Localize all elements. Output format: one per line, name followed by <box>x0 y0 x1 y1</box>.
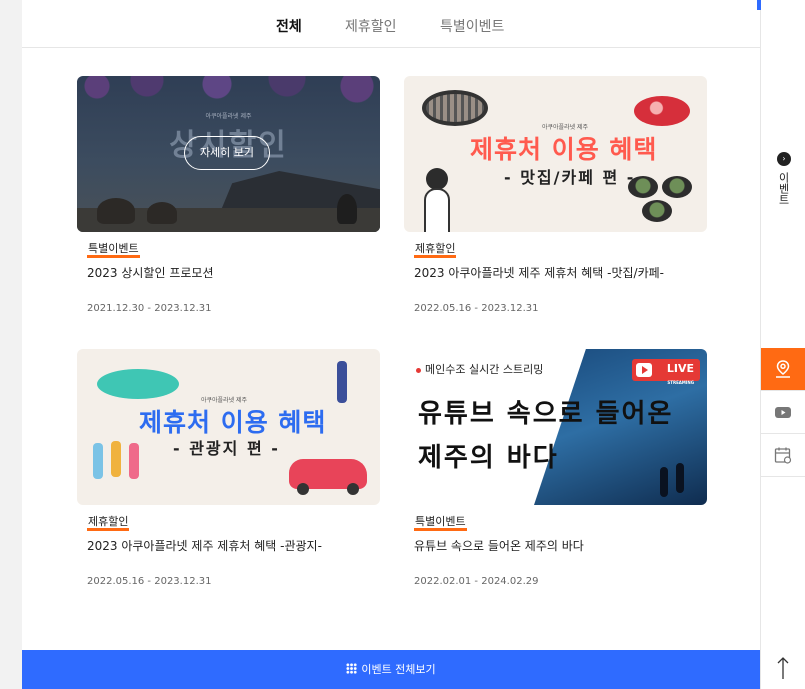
category-label: 제휴할인 <box>87 515 130 531</box>
event-title[interactable]: 2023 아쿠아플라넷 제주 제휴처 혜택 -관광지- <box>87 537 322 554</box>
car-wheel <box>347 483 359 495</box>
youtube-play-icon <box>636 363 652 377</box>
thumbnail-subheading: - 관광지 편 - <box>173 439 280 458</box>
event-card[interactable]: 아쿠아플라넷 제주 제휴처 이용 혜택 - 맛집/카페 편 - 제휴할인 202… <box>404 76 707 314</box>
person-illustration <box>129 443 139 479</box>
calendar-button[interactable] <box>761 434 805 477</box>
youtube-button[interactable] <box>761 391 805 434</box>
pool-illustration <box>97 369 179 399</box>
tab-partner-discount[interactable]: 제휴할인 <box>345 16 397 36</box>
event-card[interactable]: 아쿠아플라넷 제주 상시할인 자세히 보기 특별이벤트 2023 상시할인 프로… <box>77 76 380 314</box>
event-title[interactable]: 유튜브 속으로 들어온 제주의 바다 <box>414 537 584 554</box>
food-bowl-illustration <box>628 176 658 198</box>
view-all-events-label: 이벤트 전체보기 <box>361 663 436 676</box>
scroll-indicator <box>757 0 761 10</box>
stream-badge-label: 메인수조 실시간 스트리밍 <box>425 363 544 376</box>
thumbnail-subheading: 제주의 바다 <box>418 443 559 473</box>
person-illustration <box>426 168 448 190</box>
event-dates: 2021.12.30 - 2023.12.31 <box>87 303 212 314</box>
grid-icon <box>346 663 358 674</box>
youtube-icon <box>775 407 791 418</box>
event-card[interactable]: 메인수조 실시간 스트리밍 유튜브 속으로 들어온 제주의 바다 LIVE ST… <box>404 349 707 587</box>
event-thumbnail[interactable]: 메인수조 실시간 스트리밍 유튜브 속으로 들어온 제주의 바다 LIVE ST… <box>404 349 707 505</box>
food-bowl-illustration <box>662 176 692 198</box>
decorative-leaves <box>77 76 380 116</box>
main-content: 전체 제휴할인 특별이벤트 아쿠아플라넷 제주 상시할인 자세히 보기 특별이벤… <box>22 0 760 689</box>
tab-special-event[interactable]: 특별이벤트 <box>440 16 504 36</box>
left-gutter <box>0 0 22 689</box>
penguin-illustration <box>337 194 357 224</box>
event-dates: 2022.05.16 - 2023.12.31 <box>414 303 539 314</box>
event-thumbnail[interactable]: 아쿠아플라넷 제주 상시할인 자세히 보기 <box>77 76 380 232</box>
thumbnail-heading: 유튜브 속으로 들어온 <box>418 399 674 429</box>
category-tabs: 전체 제휴할인 특별이벤트 <box>22 0 760 48</box>
sea-lion-illustration <box>97 198 135 224</box>
visitor-silhouette <box>676 463 684 493</box>
sea-lion-illustration <box>147 202 177 224</box>
car-wheel <box>297 483 309 495</box>
event-title[interactable]: 2023 아쿠아플라넷 제주 제휴처 혜택 -맛집/카페- <box>414 264 664 281</box>
thumbnail-heading: 제휴처 이용 혜택 <box>139 408 327 437</box>
scroll-to-top-button[interactable] <box>775 655 791 681</box>
event-thumbnail[interactable]: 아쿠아플라넷 제주 제휴처 이용 혜택 - 관광지 편 - <box>77 349 380 505</box>
person-illustration <box>93 443 103 479</box>
live-badge: LIVE STREAMING <box>632 359 700 385</box>
food-bowl-illustration <box>642 200 672 222</box>
meat-illustration <box>634 96 690 126</box>
map-pin-icon <box>776 360 790 378</box>
grill-illustration <box>422 90 488 126</box>
person-illustration <box>337 361 347 403</box>
streaming-label: STREAMING <box>667 380 694 385</box>
category-label: 특별이벤트 <box>87 242 140 258</box>
person-illustration <box>424 188 450 232</box>
right-quick-rail: › 이벤트 <box>757 0 805 689</box>
person-illustration <box>111 441 121 477</box>
thumbnail-heading: 제휴처 이용 혜택 <box>470 135 658 164</box>
event-title[interactable]: 2023 상시할인 프로모션 <box>87 264 214 281</box>
chevron-right-icon: › <box>777 152 791 166</box>
arrow-up-icon <box>777 657 789 679</box>
category-label: 특별이벤트 <box>414 515 467 531</box>
thumbnail-subtitle: 아쿠아플라넷 제주 <box>205 113 252 120</box>
view-details-button[interactable]: 자세히 보기 <box>184 136 270 170</box>
map-button[interactable] <box>761 348 805 391</box>
event-dates: 2022.05.16 - 2023.12.31 <box>87 576 212 587</box>
event-side-tab-label: 이벤트 <box>777 172 790 205</box>
event-dates: 2022.02.01 - 2024.02.29 <box>414 576 539 587</box>
event-thumbnail[interactable]: 아쿠아플라넷 제주 제휴처 이용 혜택 - 맛집/카페 편 - <box>404 76 707 232</box>
event-side-tab[interactable]: › 이벤트 <box>775 152 793 205</box>
live-dot-icon <box>416 367 421 373</box>
visitor-silhouette <box>660 467 668 497</box>
category-label: 제휴할인 <box>414 242 457 258</box>
event-card[interactable]: 아쿠아플라넷 제주 제휴처 이용 혜택 - 관광지 편 - 제휴할인 2023 … <box>77 349 380 587</box>
thumbnail-subheading: - 맛집/카페 편 - <box>504 168 636 187</box>
tab-all[interactable]: 전체 <box>276 16 302 36</box>
stream-badge: 메인수조 실시간 스트리밍 <box>416 361 543 377</box>
calendar-icon <box>774 447 792 464</box>
view-all-events-button[interactable]: 이벤트 전체보기 <box>22 650 760 689</box>
